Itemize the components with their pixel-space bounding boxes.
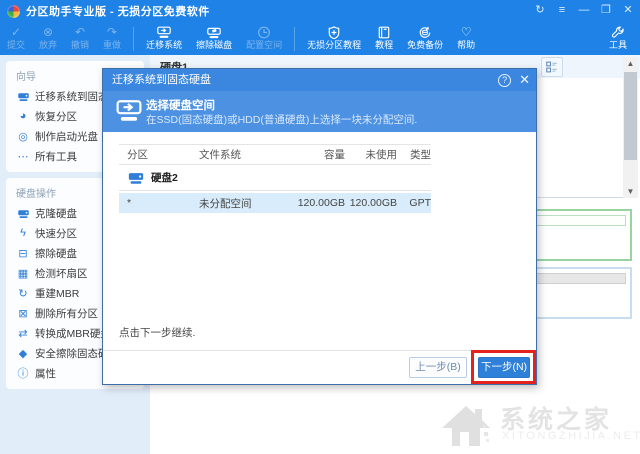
toolbar-separator [133,27,134,51]
column-capacity: 容量 [287,147,345,162]
table-header-row: 分区 文件系统 容量 未使用 类型 [119,144,431,165]
dialog-banner: 选择硬盘空间 在SSD(固态硬盘)或HDD(普通硬盘)上选择一块未分配空间. [103,91,536,132]
disk-space-table: 分区 文件系统 容量 未使用 类型 硬盘2 * 未分配空间 120.00GB 1… [119,144,431,213]
house-logo-icon [440,402,492,450]
restore-button[interactable]: ❐ [598,2,614,18]
next-button-highlight-annotation [471,350,536,384]
watermark: 系统之家 XITONGZHIJIA.NET [440,400,640,454]
dialog-close-icon[interactable]: ✕ [519,72,530,88]
refresh-icon[interactable]: ↻ [532,2,548,18]
drive-icon [16,91,30,102]
trash-icon: ⊠ [16,307,30,320]
window-title: 分区助手专业版 - 无损分区免费软件 [26,3,210,19]
broom-icon: ⊟ [16,247,30,260]
pie-icon: ◕ [16,110,30,122]
dialog-help-icon[interactable]: ? [498,74,511,87]
dialog-step-heading: 选择硬盘空间 [146,97,215,113]
redo-icon: ↷ [107,26,117,40]
toolbar-separator [294,27,295,51]
cell-unused: 120.00GB [345,197,397,209]
drive-arrow-icon [156,26,172,40]
cell-type: GPT [397,197,431,209]
scrollbar-thumb[interactable] [624,72,637,160]
main-toolbar: ✓ 提交 ⊗ 放弃 ↶ 撤销 ↷ 重做 迁移系统 擦除磁盘 配置空间 无损分区教… [0,22,640,55]
lightning-icon: ϟ [16,227,30,239]
cell-capacity: 120.00GB [287,197,345,209]
allocate-space-button[interactable]: 配置空间 [239,22,289,55]
convert-arrows-icon: ⇄ [16,327,30,340]
scroll-up-icon[interactable]: ▲ [623,57,638,70]
scroll-down-icon[interactable]: ▼ [623,185,638,198]
view-toggle-button[interactable] [541,57,563,77]
dialog-titlebar: 迁移系统到固态硬盘 [103,69,536,91]
previous-step-button[interactable]: 上一步(B) [409,357,467,378]
drive-arrow-icon [116,99,142,123]
unallocated-space-row[interactable]: * 未分配空间 120.00GB 120.00GB GPT [119,193,431,213]
tutorial-button[interactable]: 教程 [368,22,400,55]
disk2-group-row[interactable]: 硬盘2 [119,165,431,191]
column-type: 类型 [397,147,431,162]
ellipsis-icon: ⋯ [16,150,30,163]
info-icon: ⓘ [16,365,30,381]
tools-button[interactable]: 工具 [602,22,634,55]
rebuild-icon: ↻ [16,287,30,300]
dialog-hint-text: 点击下一步继续. [119,325,195,340]
watermark-url: XITONGZHIJIA.NET [502,430,640,442]
dialog-step-subtitle: 在SSD(固态硬盘)或HDD(普通硬盘)上选择一块未分配空间. [146,112,417,127]
lossless-tutorial-button[interactable]: 无损分区教程 [300,22,368,55]
check-icon: ✓ [11,26,21,40]
app-icon [7,5,20,18]
vertical-scrollbar[interactable]: ▲ ▼ [623,57,638,198]
free-backup-button[interactable]: 免费备份 [400,22,450,55]
wrench-icon [610,26,626,40]
drive-icon [127,170,145,185]
help-button[interactable]: ♡ 帮助 [450,22,482,55]
cancel-circle-icon: ⊗ [43,26,53,40]
redo-button[interactable]: ↷ 重做 [96,22,128,55]
cell-partition: * [119,197,199,209]
book-icon [376,26,392,40]
clock-icon [256,26,272,40]
column-unused: 未使用 [345,147,397,162]
wipe-disk-button[interactable]: 擦除磁盘 [189,22,239,55]
cell-filesystem: 未分配空间 [199,196,287,211]
column-partition: 分区 [119,147,199,162]
column-filesystem: 文件系统 [199,147,287,162]
grid-view-icon [546,61,558,73]
shield-plus-icon [326,26,342,40]
undo-icon: ↶ [75,26,85,40]
diamond-icon: ◆ [16,347,30,360]
close-button[interactable]: ✕ [620,2,636,18]
disc-icon: ◎ [16,130,30,143]
backup-icon [417,26,433,40]
drive-icon [16,208,30,219]
menu-icon[interactable]: ≡ [554,2,570,18]
minimize-button[interactable]: — [576,2,592,18]
submit-button[interactable]: ✓ 提交 [0,22,32,55]
migrate-dialog: 迁移系统到固态硬盘 ? ✕ 选择硬盘空间 在SSD(固态硬盘)或HDD(普通硬盘… [102,68,537,385]
discard-button[interactable]: ⊗ 放弃 [32,22,64,55]
scan-grid-icon: ▦ [16,267,30,280]
migrate-system-button[interactable]: 迁移系统 [139,22,189,55]
drive-eraser-icon [206,26,222,40]
heart-icon: ♡ [461,26,472,40]
undo-button[interactable]: ↶ 撤销 [64,22,96,55]
window-titlebar: 分区助手专业版 - 无损分区免费软件 ↻ ≡ — ❐ ✕ [0,0,640,22]
